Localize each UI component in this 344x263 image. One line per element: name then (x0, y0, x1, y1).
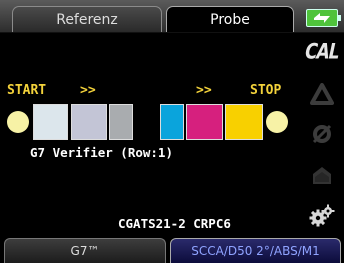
cal-label: CAL (302, 39, 342, 65)
patch-5 (186, 104, 223, 140)
stop-marker (266, 111, 288, 133)
status-text: G7 Verifier (Row:1) (30, 145, 173, 160)
top-tab-bar: Referenz Probe (0, 0, 344, 33)
battery-terminal (338, 15, 341, 21)
tab-referenz[interactable]: Referenz (12, 6, 162, 32)
calibrate-button[interactable]: CAL (300, 34, 344, 70)
tab-referenz-label: Referenz (56, 11, 118, 28)
patch-1 (33, 104, 68, 140)
measurement-condition-tab[interactable]: SCCA/D50 2°/ABS/M1 (170, 238, 341, 263)
start-marker (7, 111, 29, 133)
measurement-condition-label: SCCA/D50 2°/ABS/M1 (191, 244, 320, 258)
tab-probe-label: Probe (210, 11, 250, 28)
settings-gears-icon[interactable] (300, 198, 344, 234)
bottom-tab-bar: G7™ SCCA/D50 2°/ABS/M1 (0, 238, 344, 263)
right-toolbar: CAL (300, 32, 344, 238)
tab-probe[interactable]: Probe (166, 6, 294, 32)
patch-2 (71, 104, 107, 140)
start-label: START (7, 83, 47, 98)
arrow-right-label: >> (196, 83, 212, 98)
stack-icon[interactable] (300, 158, 344, 194)
arrow-left-label: >> (80, 83, 96, 98)
g7-tab[interactable]: G7™ (4, 238, 166, 263)
battery-charging-icon (306, 9, 341, 27)
patch-4 (160, 104, 184, 140)
triangle-icon[interactable] (300, 76, 344, 112)
lightning-bolt-icon (314, 13, 330, 23)
g7-tab-label: G7™ (70, 244, 100, 258)
patch-3 (109, 104, 133, 140)
patch-6 (225, 104, 263, 140)
stop-label: STOP (250, 83, 282, 98)
chart-name: CGATS21-2 CRPC6 (118, 216, 231, 231)
rotate-icon[interactable] (300, 116, 344, 152)
